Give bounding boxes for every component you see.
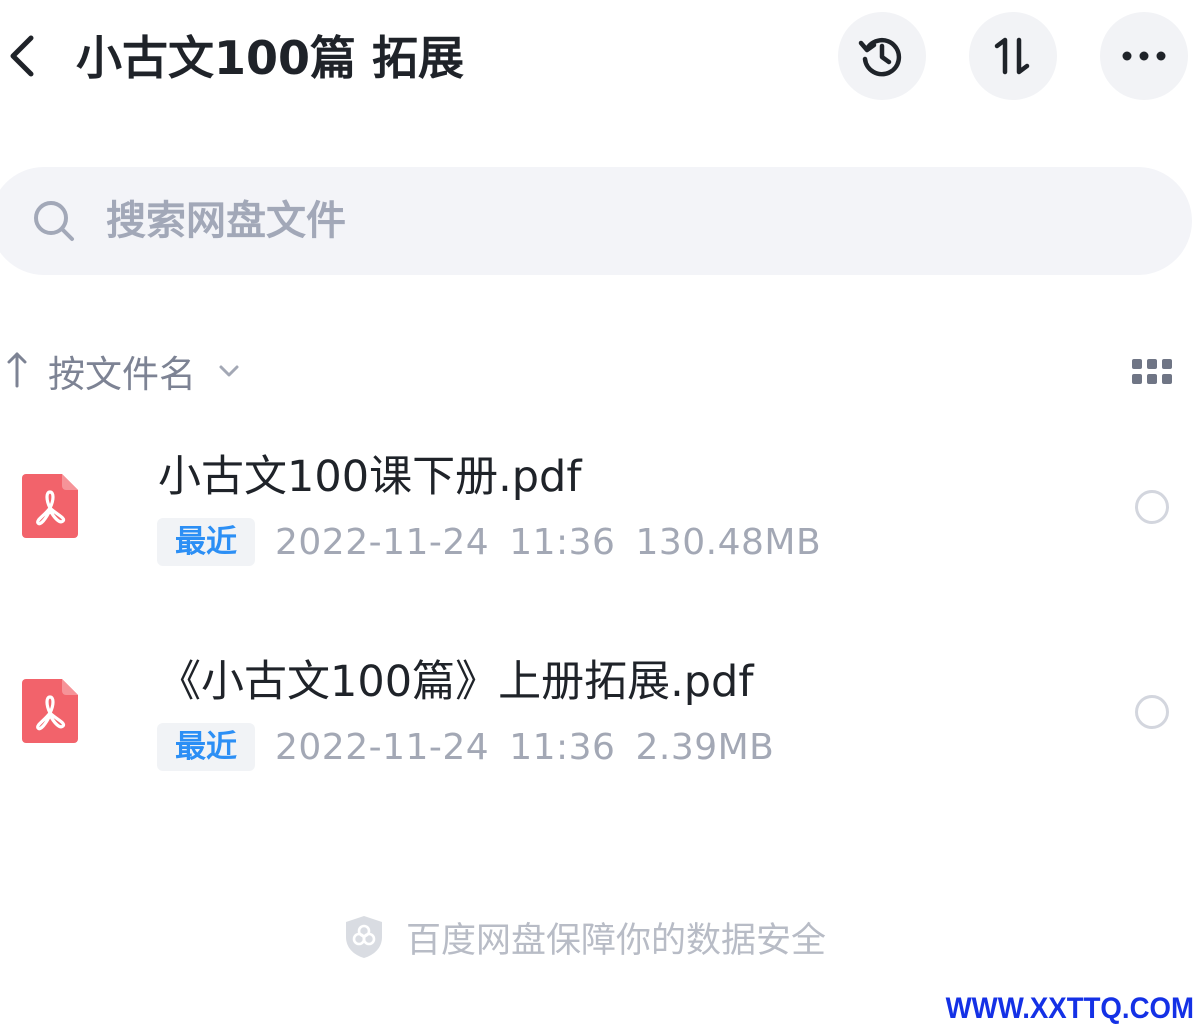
arrow-up-icon[interactable] [6,350,28,390]
watermark: WWW.XXTTQ.COM [945,992,1194,1025]
file-time: 11:36 [509,521,616,563]
security-text: 百度网盘保障你的数据安全 [406,920,827,961]
file-name: 小古文100课下册.pdf [158,452,582,502]
back-button[interactable] [0,28,44,84]
search-icon [34,201,74,241]
shield-icon [346,916,382,958]
search-input[interactable]: 搜索网盘文件 [0,167,1192,275]
file-select-checkbox[interactable] [1135,695,1169,729]
pdf-file-icon [22,474,78,538]
sort-label: 按文件名 [48,353,196,396]
security-note: 百度网盘保障你的数据安全 [344,912,826,962]
file-list-item[interactable]: 小古文100课下册.pdf 最近 2022-11-24 11:36 130.48… [0,432,1200,592]
view-toggle-button[interactable] [1128,352,1176,392]
file-time: 11:36 [509,726,616,768]
grid-view-icon [1132,359,1172,384]
recent-badge: 最近 [157,518,255,566]
sort-arrows-icon [994,37,1030,75]
pdf-file-icon [22,679,78,743]
history-button[interactable] [838,12,926,100]
more-dots-icon [1122,51,1166,61]
file-meta: 最近 2022-11-24 11:36 2.39MB [157,723,774,771]
file-date: 2022-11-24 [275,726,490,768]
recent-badge: 最近 [157,723,255,771]
file-size: 2.39MB [635,726,775,768]
sort-toggle-button[interactable] [969,12,1057,100]
sort-by-dropdown[interactable]: 按文件名 [48,343,240,399]
search-placeholder: 搜索网盘文件 [106,198,346,244]
history-clock-icon [858,38,902,77]
page-title: 小古文100篇 拓展 [76,31,465,85]
file-select-checkbox[interactable] [1135,490,1169,524]
chevron-left-icon [10,35,34,77]
file-list-item[interactable]: 《小古文100篇》上册拓展.pdf 最近 2022-11-24 11:36 2.… [0,637,1200,797]
more-button[interactable] [1100,12,1188,100]
file-size: 130.48MB [635,521,822,563]
file-meta: 最近 2022-11-24 11:36 130.48MB [157,518,821,566]
file-name: 《小古文100篇》上册拓展.pdf [158,657,754,707]
chevron-down-icon [219,365,239,377]
file-date: 2022-11-24 [275,521,490,563]
